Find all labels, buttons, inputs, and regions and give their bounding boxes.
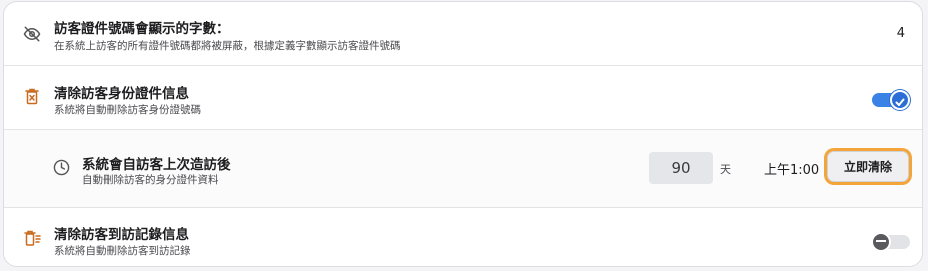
clear-id-info-row: 清除訪客身份證件信息 系統將自動刪除訪客身份證號碼 <box>4 66 922 130</box>
visitor-id-digits-row: 訪客證件號碼會顯示的字數： 在系統上訪客的所有證件號碼都將被屏蔽，根據定義字數顯… <box>4 2 922 66</box>
toggle-knob <box>890 90 910 110</box>
clear-id-info-title: 清除訪客身份證件信息 <box>54 86 189 102</box>
clock-icon <box>53 159 70 180</box>
trash-x-icon <box>25 88 39 109</box>
visitor-id-digits-title: 訪客證件號碼會顯示的字數： <box>54 21 230 37</box>
clear-id-info-toggle[interactable] <box>872 90 910 110</box>
auto-clear-after-visit-row: 系統會自訪客上次造訪後 自動刪除訪客的身分證件資料 天 上午1:00 立即清除 <box>4 130 922 208</box>
visitor-id-digits-value[interactable]: 4 <box>897 26 905 41</box>
settings-card: 訪客證件號碼會顯示的字數： 在系統上訪客的所有證件號碼都將被屏蔽，根據定義字數顯… <box>3 1 923 267</box>
retention-days-input[interactable] <box>649 152 713 184</box>
minus-icon <box>876 240 886 242</box>
trash-list-icon <box>24 230 41 250</box>
check-icon <box>894 93 906 112</box>
clear-now-button[interactable]: 立即清除 <box>827 151 909 182</box>
auto-clear-title: 系統會自訪客上次造訪後 <box>82 157 231 173</box>
clear-visit-records-title: 清除訪客到訪記錄信息 <box>54 227 189 243</box>
clear-visit-records-description: 系統將自動刪除訪客到訪記錄 <box>54 245 191 257</box>
days-unit-label: 天 <box>720 163 731 176</box>
clear-time-label[interactable]: 上午1:00 <box>764 159 819 178</box>
eye-off-icon <box>23 25 41 47</box>
clear-id-info-description: 系統將自動刪除訪客身份證號碼 <box>54 104 201 116</box>
toggle-knob <box>871 232 891 252</box>
visitor-id-digits-description: 在系統上訪客的所有證件號碼都將被屏蔽，根據定義字數顯示訪客證件號碼 <box>54 40 401 52</box>
auto-clear-description: 自動刪除訪客的身分證件資料 <box>82 174 219 186</box>
clear-visit-records-row: 清除訪客到訪記錄信息 系統將自動刪除訪客到訪記錄 <box>4 208 922 266</box>
clear-visit-records-toggle[interactable] <box>871 232 910 252</box>
